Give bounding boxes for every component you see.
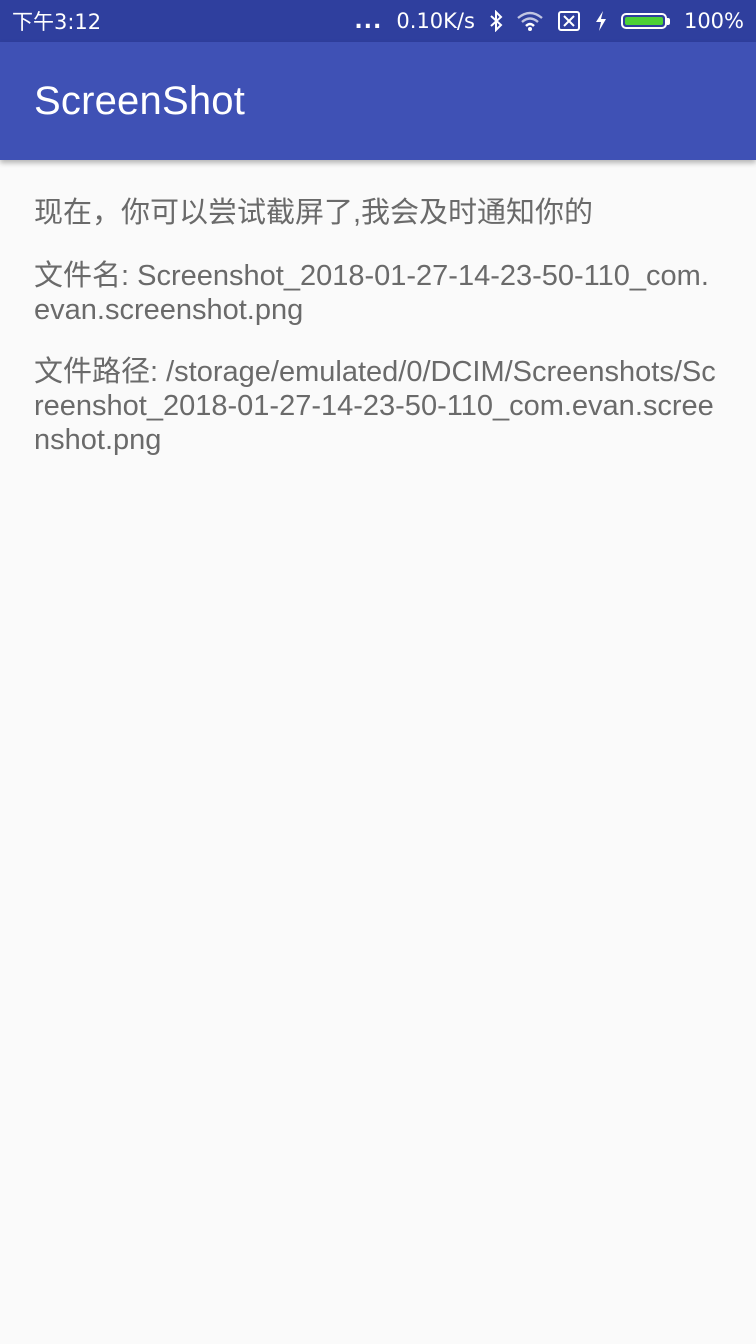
status-message: 现在，你可以尝试截屏了,我会及时通知你的 (34, 197, 594, 229)
more-notifications-icon: ... (354, 8, 383, 34)
battery-icon (620, 13, 670, 29)
file-path-text: 文件路径: /storage/emulated/0/DCIM/Screensho… (34, 356, 716, 456)
file-name-text: 文件名: Screenshot_2018-01-27-14-23-50-110_… (34, 260, 709, 326)
battery-fill (624, 17, 663, 25)
page-title: ScreenShot (34, 78, 246, 123)
status-bar: 下午3:12 ... 0.10K/s 100% (0, 0, 756, 42)
network-speed: 0.10K/s (396, 9, 475, 33)
battery-tip (666, 17, 670, 25)
bluetooth-icon (489, 10, 503, 32)
sim-off-icon (557, 10, 581, 32)
main-content: 现在，你可以尝试截屏了,我会及时通知你的 文件名: Screenshot_201… (34, 196, 724, 485)
wifi-icon (517, 11, 543, 31)
status-time: 下午3:12 (12, 10, 102, 34)
battery-percent: 100% (683, 9, 744, 33)
status-left: 下午3:12 (12, 6, 101, 36)
charging-icon (595, 10, 607, 32)
battery-body (620, 13, 667, 29)
status-right: ... 0.10K/s 100% (354, 9, 744, 34)
app-bar: ScreenShot (0, 42, 756, 160)
